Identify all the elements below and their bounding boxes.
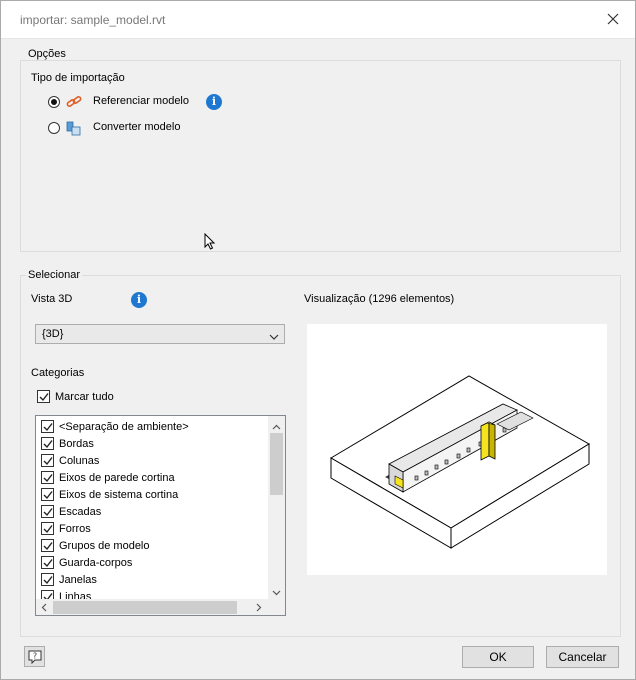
link-icon — [66, 95, 82, 109]
category-label: Forros — [59, 523, 91, 535]
select-group-label: Selecionar — [26, 269, 82, 281]
convert-model-option[interactable]: Converter modelo — [48, 120, 208, 136]
list-item[interactable]: Guarda-corpos — [41, 554, 271, 571]
vertical-scroll-thumb[interactable] — [270, 433, 283, 495]
scrollbar-corner — [268, 599, 285, 615]
options-group — [20, 60, 621, 252]
list-item[interactable]: Janelas — [41, 571, 271, 588]
check-all-checkbox[interactable] — [37, 390, 50, 403]
ok-button[interactable]: OK — [462, 646, 534, 668]
view3d-selected-value: {3D} — [42, 328, 64, 340]
list-item[interactable]: Eixos de parede cortina — [41, 469, 271, 486]
list-item[interactable]: Grupos de modelo — [41, 537, 271, 554]
window-title: importar: sample_model.rvt — [20, 13, 166, 27]
info-icon[interactable]: i — [131, 292, 147, 308]
svg-text:?: ? — [33, 652, 37, 661]
view3d-label: Vista 3D — [31, 293, 73, 305]
category-checkbox[interactable] — [41, 505, 54, 518]
title-bar: importar: sample_model.rvt — [0, 0, 636, 39]
convert-model-icon — [66, 121, 82, 136]
list-item[interactable]: Colunas — [41, 452, 271, 469]
info-icon[interactable]: i — [206, 94, 222, 110]
category-checkbox[interactable] — [41, 539, 54, 552]
category-checkbox[interactable] — [41, 573, 54, 586]
category-checkbox[interactable] — [41, 556, 54, 569]
check-all-label: Marcar tudo — [55, 391, 114, 403]
scroll-left-icon[interactable] — [41, 603, 47, 615]
help-icon: ? — [28, 650, 42, 667]
category-label: Eixos de parede cortina — [59, 472, 175, 484]
category-label: Janelas — [59, 574, 97, 586]
category-label: Escadas — [59, 506, 102, 518]
category-checkbox[interactable] — [41, 420, 54, 433]
list-item[interactable]: Bordas — [41, 435, 271, 452]
convert-model-radio[interactable] — [48, 122, 60, 134]
list-item[interactable]: Eixos de sistema cortina — [41, 486, 271, 503]
category-label: Eixos de sistema cortina — [59, 489, 179, 501]
model-preview — [307, 324, 607, 575]
category-checkbox[interactable] — [41, 437, 54, 450]
chevron-down-icon[interactable] — [269, 331, 279, 343]
cancel-button[interactable]: Cancelar — [546, 646, 619, 668]
reference-model-radio[interactable] — [48, 96, 60, 108]
category-label: <Separação de ambiente> — [59, 421, 189, 433]
reference-model-label: Referenciar modelo — [93, 95, 189, 107]
model-preview-image — [330, 375, 590, 549]
check-all-option[interactable]: Marcar tudo — [37, 389, 157, 404]
reference-model-option[interactable]: Referenciar modelo — [48, 94, 208, 110]
view3d-select[interactable]: {3D} — [35, 324, 285, 344]
scroll-up-icon[interactable] — [272, 421, 281, 433]
vertical-scrollbar[interactable] — [268, 416, 285, 599]
category-label: Colunas — [59, 455, 100, 467]
category-checkbox[interactable] — [41, 488, 54, 501]
category-checkbox[interactable] — [41, 522, 54, 535]
categories-list[interactable]: <Separação de ambiente> Bordas Colunas Eixo… — [35, 415, 286, 616]
scroll-right-icon[interactable] — [256, 603, 262, 615]
category-label: Guarda-corpos — [59, 557, 133, 569]
preview-label: Visualização (1296 elementos) — [304, 293, 455, 305]
horizontal-scroll-thumb[interactable] — [53, 601, 237, 614]
options-group-label: Opções — [26, 48, 68, 60]
scroll-down-icon[interactable] — [272, 587, 281, 599]
list-item[interactable]: <Separação de ambiente> — [41, 418, 271, 435]
horizontal-scrollbar[interactable] — [36, 599, 268, 615]
mouse-cursor-icon — [204, 232, 216, 254]
import-type-label: Tipo de importação — [31, 72, 125, 84]
category-checkbox[interactable] — [41, 454, 54, 467]
category-label: Bordas — [59, 438, 94, 450]
convert-model-label: Converter modelo — [93, 121, 181, 133]
list-item[interactable]: Escadas — [41, 503, 271, 520]
help-button[interactable]: ? — [24, 646, 45, 667]
categories-label: Categorias — [31, 367, 85, 379]
close-icon[interactable] — [604, 10, 622, 28]
list-item[interactable]: Forros — [41, 520, 271, 537]
category-label: Grupos de modelo — [59, 540, 150, 552]
category-checkbox[interactable] — [41, 471, 54, 484]
